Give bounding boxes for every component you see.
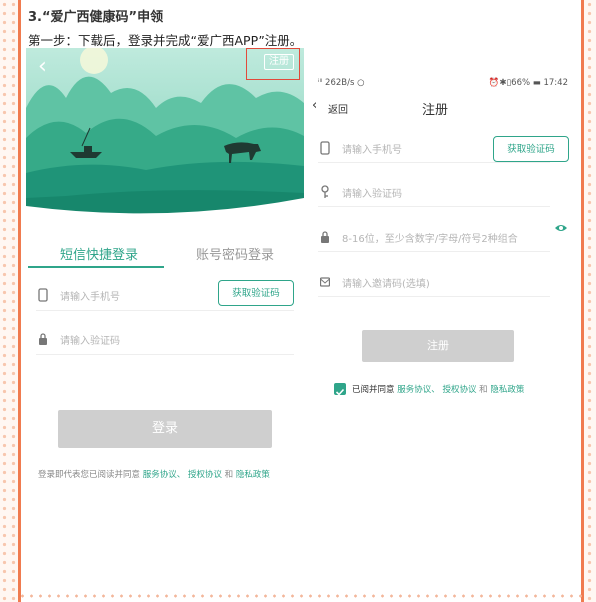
check-icon — [335, 388, 345, 396]
key-icon — [321, 185, 329, 198]
code-placeholder: 请输入验证码 — [342, 189, 402, 200]
auth-link[interactable]: 授权协议 — [442, 385, 476, 395]
code-field[interactable]: 请输入验证码 — [318, 180, 550, 207]
section-heading: 3.“爱广西健康码”申领 — [28, 10, 164, 25]
and-text: 和 — [224, 470, 234, 480]
tab-sms-login[interactable]: 短信快捷登录 — [60, 244, 138, 263]
get-code-button[interactable]: 获取验证码 — [493, 136, 569, 162]
phone-placeholder: 请输入手机号 — [342, 145, 402, 156]
service-link[interactable]: 服务协议、 — [397, 385, 440, 395]
step-text: 第一步：下载后，登录并完成“爱广西APP”注册。 — [28, 33, 303, 48]
back-button[interactable]: 返回 — [328, 101, 348, 116]
get-code-button[interactable]: 获取验证码 — [218, 280, 294, 306]
password-placeholder: 8-16位，至少含数字/字母/符号2种组合 — [342, 234, 518, 245]
register-agreement: 已阅并同意 服务协议、 授权协议 和 隐私政策 — [352, 383, 524, 395]
nav-bar: ‹ 返回 注册 — [312, 98, 574, 118]
privacy-link[interactable]: 隐私政策 — [490, 385, 524, 395]
back-arrow-icon[interactable]: ‹ — [38, 54, 47, 79]
mail-icon — [320, 277, 330, 287]
register-button[interactable]: 注册 — [362, 330, 514, 362]
lock-icon — [39, 333, 47, 345]
active-tab-indicator — [28, 266, 164, 268]
agreement-text: 已阅并同意 — [352, 385, 395, 395]
phone-placeholder: 请输入手机号 — [60, 292, 120, 303]
register-screenshot: ⁱˡˡ 262B/s ○ ⏰✱▯66% ▬ 17:42 ‹ 返回 注册 请输入手… — [312, 74, 574, 414]
code-placeholder: 请输入验证码 — [60, 336, 120, 347]
agree-checkbox[interactable] — [334, 383, 346, 396]
dotted-border — [18, 592, 584, 602]
auth-link[interactable]: 授权协议 — [188, 470, 222, 480]
privacy-link[interactable]: 隐私政策 — [236, 470, 270, 480]
lock-icon — [321, 231, 329, 243]
page-title: 注册 — [422, 103, 449, 118]
tab-password-login[interactable]: 账号密码登录 — [196, 244, 274, 263]
and-text: 和 — [479, 385, 488, 395]
login-button[interactable]: 登录 — [58, 410, 272, 448]
status-left: ⁱˡˡ 262B/s ○ — [318, 78, 365, 88]
login-tabs: 短信快捷登录 账号密码登录 — [26, 240, 304, 268]
password-field[interactable]: 8-16位，至少含数字/字母/符号2种组合 — [318, 225, 550, 252]
code-field[interactable]: 请输入验证码 — [36, 328, 294, 355]
invite-field[interactable]: 请输入邀请码(选填) — [318, 270, 550, 297]
back-icon[interactable]: ‹ — [312, 98, 317, 113]
login-screenshot: ‹ 注册 短信快捷登录 账号密码登录 请输入手机号 获取验证码 请输入验证码 登… — [26, 48, 304, 488]
eye-icon[interactable] — [554, 223, 568, 233]
agreement-text: 登录即代表您已阅读并同意 — [38, 470, 141, 480]
invite-placeholder: 请输入邀请码(选填) — [342, 279, 430, 290]
status-bar: ⁱˡˡ 262B/s ○ ⏰✱▯66% ▬ 17:42 — [318, 78, 568, 88]
service-link[interactable]: 服务协议、 — [143, 470, 186, 480]
status-right: ⏰✱▯66% ▬ 17:42 — [488, 78, 568, 88]
login-agreement: 登录即代表您已阅读并同意 服务协议、 授权协议 和 隐私政策 — [38, 468, 270, 480]
highlight-box — [246, 48, 300, 80]
phone-icon — [320, 141, 330, 155]
phone-icon — [38, 288, 48, 302]
